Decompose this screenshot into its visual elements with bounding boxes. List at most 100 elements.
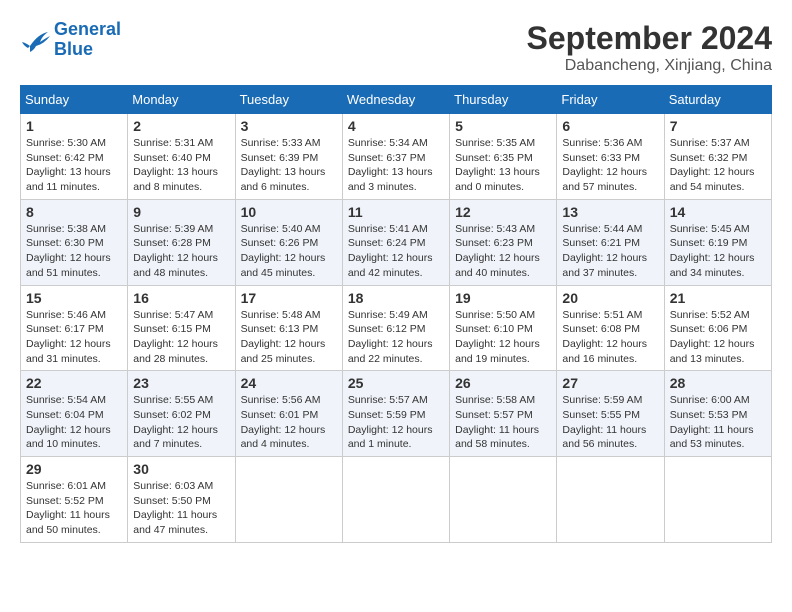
weekday-header-sunday: Sunday bbox=[21, 86, 128, 114]
day-info: Sunrise: 6:01 AM Sunset: 5:52 PM Dayligh… bbox=[26, 479, 122, 538]
day-number: 6 bbox=[562, 118, 658, 134]
calendar-cell: 25Sunrise: 5:57 AM Sunset: 5:59 PM Dayli… bbox=[342, 371, 449, 457]
calendar-table: SundayMondayTuesdayWednesdayThursdayFrid… bbox=[20, 85, 772, 543]
day-number: 29 bbox=[26, 461, 122, 477]
location-title: Dabancheng, Xinjiang, China bbox=[527, 57, 772, 75]
day-number: 5 bbox=[455, 118, 551, 134]
calendar-cell: 6Sunrise: 5:36 AM Sunset: 6:33 PM Daylig… bbox=[557, 114, 664, 200]
day-info: Sunrise: 6:03 AM Sunset: 5:50 PM Dayligh… bbox=[133, 479, 229, 538]
calendar-cell: 2Sunrise: 5:31 AM Sunset: 6:40 PM Daylig… bbox=[128, 114, 235, 200]
calendar-cell: 28 Sunrise: 6:00 AM Sunset: 5:53 PM Dayli… bbox=[664, 371, 771, 457]
day-number: 14 bbox=[670, 204, 766, 220]
day-info: Sunrise: 5:54 AM Sunset: 6:04 PM Dayligh… bbox=[26, 393, 122, 452]
day-info: Sunrise: 5:55 AM Sunset: 6:02 PM Dayligh… bbox=[133, 393, 229, 452]
calendar-cell bbox=[235, 457, 342, 543]
calendar-cell: 21Sunrise: 5:52 AM Sunset: 6:06 PM Dayli… bbox=[664, 285, 771, 371]
calendar-cell: 11 Sunrise: 5:41 AM Sunset: 6:24 PM Dayli… bbox=[342, 199, 449, 285]
day-number: 15 bbox=[26, 290, 122, 306]
calendar-cell: 9 Sunrise: 5:39 AM Sunset: 6:28 PM Daylig… bbox=[128, 199, 235, 285]
day-info: Sunrise: 5:40 AM Sunset: 6:26 PM Dayligh… bbox=[241, 222, 337, 281]
calendar-cell: 26 Sunrise: 5:58 AM Sunset: 5:57 PM Dayli… bbox=[450, 371, 557, 457]
day-number: 22 bbox=[26, 375, 122, 391]
calendar-cell: 4Sunrise: 5:34 AM Sunset: 6:37 PM Daylig… bbox=[342, 114, 449, 200]
title-block: September 2024 Dabancheng, Xinjiang, Chi… bbox=[527, 20, 772, 75]
calendar-cell: 22 Sunrise: 5:54 AM Sunset: 6:04 PM Dayli… bbox=[21, 371, 128, 457]
calendar-cell: 10Sunrise: 5:40 AM Sunset: 6:26 PM Dayli… bbox=[235, 199, 342, 285]
calendar-cell: 8 Sunrise: 5:38 AM Sunset: 6:30 PM Daylig… bbox=[21, 199, 128, 285]
calendar-cell: 13Sunrise: 5:44 AM Sunset: 6:21 PM Dayli… bbox=[557, 199, 664, 285]
day-info: Sunrise: 5:49 AM Sunset: 6:12 PM Dayligh… bbox=[348, 308, 444, 367]
calendar-cell: 5 Sunrise: 5:35 AM Sunset: 6:35 PM Daylig… bbox=[450, 114, 557, 200]
day-number: 23 bbox=[133, 375, 229, 391]
calendar-cell: 16Sunrise: 5:47 AM Sunset: 6:15 PM Dayli… bbox=[128, 285, 235, 371]
day-number: 24 bbox=[241, 375, 337, 391]
day-number: 9 bbox=[133, 204, 229, 220]
day-number: 27 bbox=[562, 375, 658, 391]
calendar-cell: 14Sunrise: 5:45 AM Sunset: 6:19 PM Dayli… bbox=[664, 199, 771, 285]
day-info: Sunrise: 5:50 AM Sunset: 6:10 PM Dayligh… bbox=[455, 308, 551, 367]
calendar-header-row: SundayMondayTuesdayWednesdayThursdayFrid… bbox=[21, 86, 772, 114]
day-number: 11 bbox=[348, 204, 444, 220]
day-number: 16 bbox=[133, 290, 229, 306]
weekday-header-saturday: Saturday bbox=[664, 86, 771, 114]
day-number: 26 bbox=[455, 375, 551, 391]
calendar-week-row: 22 Sunrise: 5:54 AM Sunset: 6:04 PM Dayli… bbox=[21, 371, 772, 457]
calendar-cell: 30 Sunrise: 6:03 AM Sunset: 5:50 PM Dayli… bbox=[128, 457, 235, 543]
day-info: Sunrise: 5:38 AM Sunset: 6:30 PM Dayligh… bbox=[26, 222, 122, 281]
calendar-cell bbox=[450, 457, 557, 543]
calendar-cell bbox=[664, 457, 771, 543]
weekday-header-friday: Friday bbox=[557, 86, 664, 114]
day-number: 4 bbox=[348, 118, 444, 134]
calendar-week-row: 1Sunrise: 5:30 AM Sunset: 6:42 PM Daylig… bbox=[21, 114, 772, 200]
calendar-cell: 17 Sunrise: 5:48 AM Sunset: 6:13 PM Dayli… bbox=[235, 285, 342, 371]
day-number: 18 bbox=[348, 290, 444, 306]
day-number: 2 bbox=[133, 118, 229, 134]
calendar-cell: 1Sunrise: 5:30 AM Sunset: 6:42 PM Daylig… bbox=[21, 114, 128, 200]
day-info: Sunrise: 5:51 AM Sunset: 6:08 PM Dayligh… bbox=[562, 308, 658, 367]
day-info: Sunrise: 5:39 AM Sunset: 6:28 PM Dayligh… bbox=[133, 222, 229, 281]
day-number: 20 bbox=[562, 290, 658, 306]
day-info: Sunrise: 5:37 AM Sunset: 6:32 PM Dayligh… bbox=[670, 136, 766, 195]
calendar-cell: 27Sunrise: 5:59 AM Sunset: 5:55 PM Dayli… bbox=[557, 371, 664, 457]
day-number: 30 bbox=[133, 461, 229, 477]
day-info: Sunrise: 5:41 AM Sunset: 6:24 PM Dayligh… bbox=[348, 222, 444, 281]
calendar-week-row: 8 Sunrise: 5:38 AM Sunset: 6:30 PM Daylig… bbox=[21, 199, 772, 285]
weekday-header-thursday: Thursday bbox=[450, 86, 557, 114]
day-number: 25 bbox=[348, 375, 444, 391]
day-number: 13 bbox=[562, 204, 658, 220]
day-number: 3 bbox=[241, 118, 337, 134]
calendar-cell: 24 Sunrise: 5:56 AM Sunset: 6:01 PM Dayli… bbox=[235, 371, 342, 457]
calendar-cell: 23 Sunrise: 5:55 AM Sunset: 6:02 PM Dayli… bbox=[128, 371, 235, 457]
day-info: Sunrise: 5:46 AM Sunset: 6:17 PM Dayligh… bbox=[26, 308, 122, 367]
logo-line1: General bbox=[54, 19, 121, 39]
day-info: Sunrise: 6:00 AM Sunset: 5:53 PM Dayligh… bbox=[670, 393, 766, 452]
weekday-header-tuesday: Tuesday bbox=[235, 86, 342, 114]
calendar-week-row: 29 Sunrise: 6:01 AM Sunset: 5:52 PM Dayli… bbox=[21, 457, 772, 543]
day-info: Sunrise: 5:56 AM Sunset: 6:01 PM Dayligh… bbox=[241, 393, 337, 452]
weekday-header-wednesday: Wednesday bbox=[342, 86, 449, 114]
calendar-cell: 7 Sunrise: 5:37 AM Sunset: 6:32 PM Daylig… bbox=[664, 114, 771, 200]
calendar-cell: 19 Sunrise: 5:50 AM Sunset: 6:10 PM Dayli… bbox=[450, 285, 557, 371]
page-header: General Blue September 2024 Dabancheng, … bbox=[20, 20, 772, 75]
day-info: Sunrise: 5:35 AM Sunset: 6:35 PM Dayligh… bbox=[455, 136, 551, 195]
day-number: 8 bbox=[26, 204, 122, 220]
day-number: 1 bbox=[26, 118, 122, 134]
calendar-cell: 18 Sunrise: 5:49 AM Sunset: 6:12 PM Dayli… bbox=[342, 285, 449, 371]
day-number: 17 bbox=[241, 290, 337, 306]
day-info: Sunrise: 5:48 AM Sunset: 6:13 PM Dayligh… bbox=[241, 308, 337, 367]
logo-text: General Blue bbox=[54, 20, 121, 60]
day-info: Sunrise: 5:58 AM Sunset: 5:57 PM Dayligh… bbox=[455, 393, 551, 452]
day-number: 21 bbox=[670, 290, 766, 306]
calendar-cell bbox=[557, 457, 664, 543]
day-info: Sunrise: 5:33 AM Sunset: 6:39 PM Dayligh… bbox=[241, 136, 337, 195]
logo: General Blue bbox=[20, 20, 121, 60]
calendar-cell: 15 Sunrise: 5:46 AM Sunset: 6:17 PM Dayli… bbox=[21, 285, 128, 371]
logo-bird-icon bbox=[20, 26, 50, 54]
month-title: September 2024 bbox=[527, 20, 772, 57]
day-number: 19 bbox=[455, 290, 551, 306]
day-info: Sunrise: 5:43 AM Sunset: 6:23 PM Dayligh… bbox=[455, 222, 551, 281]
day-number: 7 bbox=[670, 118, 766, 134]
calendar-cell bbox=[342, 457, 449, 543]
day-number: 12 bbox=[455, 204, 551, 220]
day-number: 28 bbox=[670, 375, 766, 391]
